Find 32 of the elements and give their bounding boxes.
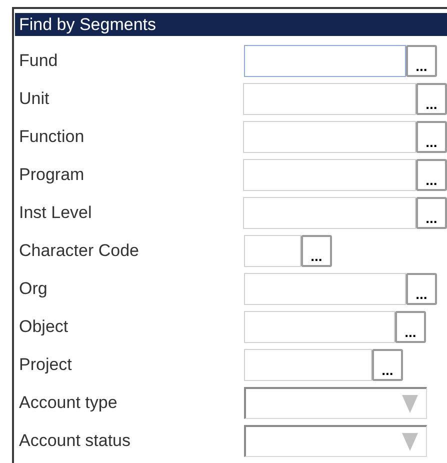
dropdown-arrow-icon (402, 394, 418, 412)
input-field[interactable] (243, 121, 416, 153)
lookup-button[interactable]: ... (406, 273, 437, 305)
lookup-button[interactable]: ... (406, 45, 437, 77)
lookup-button[interactable]: ... (416, 121, 447, 153)
field-label: Function (18, 126, 86, 148)
lookup-button[interactable]: ... (416, 83, 447, 115)
input-field[interactable] (243, 83, 416, 115)
lookup-button[interactable]: ... (301, 235, 332, 267)
field-label: Project (18, 354, 73, 376)
panel-title: Find by Segments (15, 13, 447, 36)
field-label: Object (18, 316, 70, 338)
dropdown-arrow-icon (402, 432, 418, 450)
field-label: Inst Level (18, 202, 93, 224)
input-field[interactable] (244, 311, 395, 343)
input-field[interactable] (244, 273, 406, 305)
input-field[interactable] (243, 197, 416, 229)
field-label: Account status (18, 430, 132, 452)
field-label: Org (18, 278, 48, 300)
field-label: Program (18, 164, 86, 186)
lookup-button[interactable]: ... (372, 349, 403, 381)
lookup-button[interactable]: ... (416, 159, 447, 191)
field-label: Fund (18, 50, 59, 72)
input-field[interactable] (244, 349, 372, 381)
field-label: Character Code (18, 240, 140, 262)
field-label: Unit (18, 88, 50, 110)
input-field[interactable] (244, 45, 406, 77)
field-label: Account type (18, 392, 118, 414)
input-field[interactable] (243, 159, 416, 191)
input-field[interactable] (244, 235, 301, 267)
lookup-button[interactable]: ... (416, 197, 447, 229)
lookup-button[interactable]: ... (395, 311, 426, 343)
